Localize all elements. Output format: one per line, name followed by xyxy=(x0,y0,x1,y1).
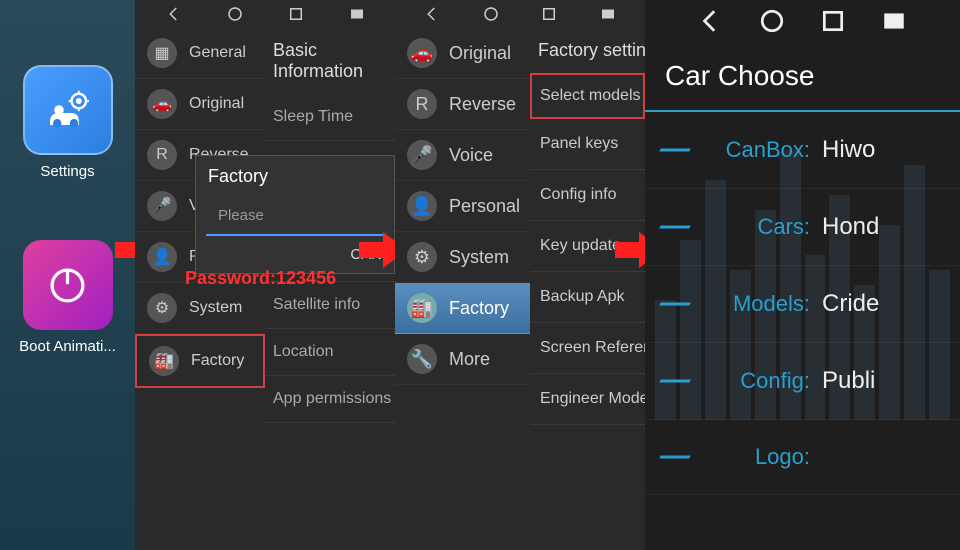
recent-icon[interactable] xyxy=(287,5,305,23)
arrow-icon xyxy=(615,230,645,275)
gallery-icon[interactable] xyxy=(881,8,907,34)
factory-settings-list: Factory setting Select models Panel keys… xyxy=(530,28,645,425)
car-icon: 🚗 xyxy=(147,89,177,119)
sidebar-item-factory[interactable]: 🏭Factory xyxy=(135,334,265,388)
canbox-label: CanBox: xyxy=(655,137,810,163)
setting-engineer-mode[interactable]: Engineer Mode xyxy=(530,374,645,425)
setting-satellite[interactable]: Satellite info xyxy=(265,282,395,329)
back-icon[interactable] xyxy=(423,5,441,23)
row-config[interactable]: Config: Publi xyxy=(645,343,960,420)
status-bar xyxy=(395,0,645,28)
row-logo[interactable]: Logo: xyxy=(645,420,960,495)
canbox-value: Hiwo xyxy=(822,136,875,164)
row-canbox[interactable]: CanBox: Hiwo xyxy=(645,112,960,189)
recent-icon[interactable] xyxy=(820,8,846,34)
boot-animation-label: Boot Animati... xyxy=(19,338,116,355)
status-bar xyxy=(645,0,960,42)
factory-settings-title: Factory setting xyxy=(530,28,645,73)
factory-sidebar: 🚗Original RReverse 🎤Voice 👤Personal ⚙Sys… xyxy=(395,28,530,385)
settings-app-icon xyxy=(23,65,113,155)
sidebar-item-factory[interactable]: 🏭Factory xyxy=(395,283,530,334)
car-icon: 🚗 xyxy=(407,38,437,68)
sidebar-item-reverse[interactable]: RReverse xyxy=(395,79,530,130)
sidebar-item-voice[interactable]: 🎤Voice xyxy=(395,130,530,181)
mic-icon: 🎤 xyxy=(407,140,437,170)
gear-icon: ⚙ xyxy=(407,242,437,272)
password-hint-overlay: Password:123456 xyxy=(185,268,336,289)
sidebar-item-system[interactable]: ⚙System xyxy=(135,283,265,334)
setting-screen-reference[interactable]: Screen Referen xyxy=(530,323,645,374)
basic-info-title: Basic Information xyxy=(265,28,395,94)
sidebar-item-personal[interactable]: 👤Personal xyxy=(395,181,530,232)
home-icon[interactable] xyxy=(759,8,785,34)
setting-sleep-time[interactable]: Sleep Time xyxy=(265,94,395,141)
setting-app-permissions[interactable]: App permissions xyxy=(265,376,395,423)
recent-icon[interactable] xyxy=(540,5,558,23)
models-value: Cride xyxy=(822,290,879,318)
config-label: Config: xyxy=(655,368,810,394)
car-choose-panel: Car Choose CanBox: Hiwo Cars: Hond Models:… xyxy=(645,0,960,550)
reverse-icon: R xyxy=(407,89,437,119)
boot-animation-app[interactable]: Boot Animati... xyxy=(0,195,135,370)
person-icon: 👤 xyxy=(407,191,437,221)
gallery-icon[interactable] xyxy=(599,5,617,23)
logo-label: Logo: xyxy=(655,444,810,470)
settings-app[interactable]: Settings xyxy=(0,0,135,195)
sidebar-item-general[interactable]: ▦General xyxy=(135,28,265,79)
car-choose-title: Car Choose xyxy=(645,42,960,112)
setting-location[interactable]: Location xyxy=(265,329,395,376)
sidebar-item-original[interactable]: 🚗Original xyxy=(395,28,530,79)
setting-config-info[interactable]: Config info xyxy=(530,170,645,221)
setting-select-models[interactable]: Select models xyxy=(530,73,645,119)
factory-icon: 🏭 xyxy=(149,346,179,376)
sidebar-item-original[interactable]: 🚗Original xyxy=(135,79,265,130)
cars-value: Hond xyxy=(822,213,879,241)
back-icon[interactable] xyxy=(698,8,724,34)
setting-panel-keys[interactable]: Panel keys xyxy=(530,119,645,170)
row-models[interactable]: Models: Cride xyxy=(645,266,960,343)
wrench-icon: 🔧 xyxy=(407,344,437,374)
config-value: Publi xyxy=(822,367,875,395)
password-input[interactable]: Please xyxy=(206,197,384,236)
launcher-panel: Settings Boot Animati... xyxy=(0,0,135,550)
settings-app-label: Settings xyxy=(40,163,94,180)
gallery-icon[interactable] xyxy=(348,5,366,23)
arrow-icon xyxy=(115,230,135,275)
gear-icon: ⚙ xyxy=(147,293,177,323)
home-icon[interactable] xyxy=(482,5,500,23)
grid-icon: ▦ xyxy=(147,38,177,68)
models-label: Models: xyxy=(655,291,810,317)
settings-panel: ▦General 🚗Original RReverse 🎤Voice 👤Pers… xyxy=(135,0,395,550)
setting-backup-apk[interactable]: Backup Apk xyxy=(530,272,645,323)
sidebar-item-more[interactable]: 🔧More xyxy=(395,334,530,385)
boot-animation-icon xyxy=(23,240,113,330)
sidebar-item-system[interactable]: ⚙System xyxy=(395,232,530,283)
mic-icon: 🎤 xyxy=(147,191,177,221)
row-cars[interactable]: Cars: Hond xyxy=(645,189,960,266)
cars-label: Cars: xyxy=(655,214,810,240)
arrow-icon xyxy=(359,230,395,275)
dialog-title: Factory xyxy=(196,156,394,197)
factory-icon: 🏭 xyxy=(407,293,437,323)
person-icon: 👤 xyxy=(147,242,177,272)
reverse-icon: R xyxy=(147,140,177,170)
factory-panel: 🚗Original RReverse 🎤Voice 👤Personal ⚙Sys… xyxy=(395,0,645,550)
